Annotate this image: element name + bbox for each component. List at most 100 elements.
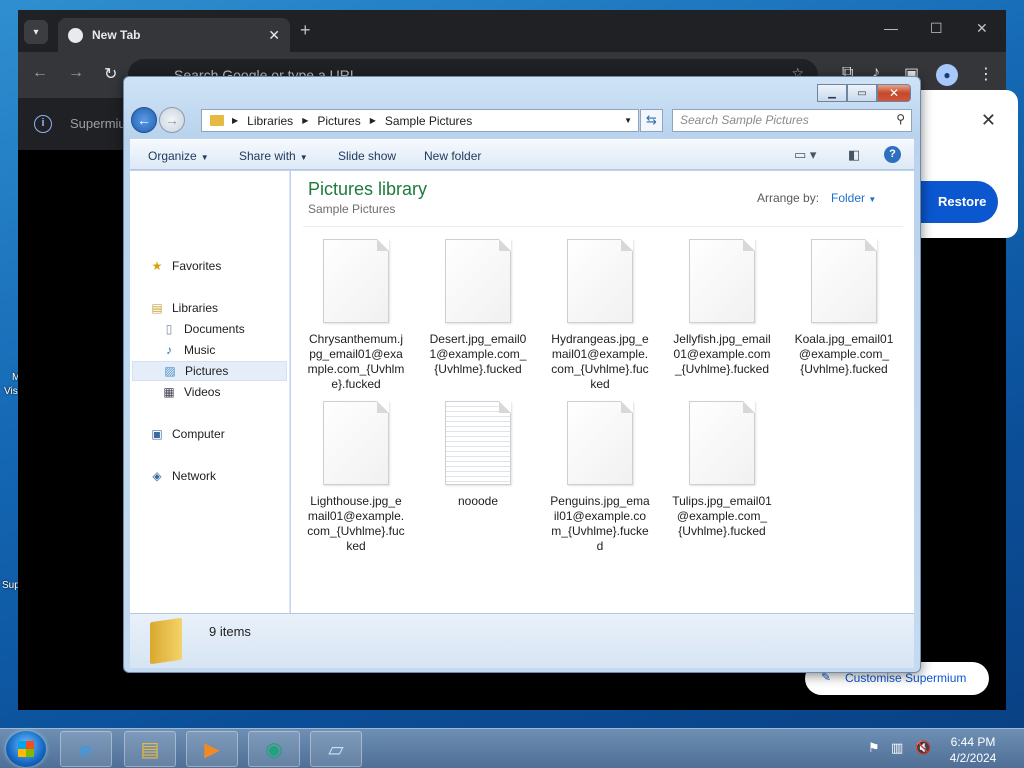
nav-music[interactable]: ♪ Music [161, 340, 215, 360]
organize-button[interactable]: Organize ▼ [148, 149, 209, 163]
breadcrumb-sample-pictures[interactable]: Sample Pictures [385, 114, 472, 128]
search-input[interactable]: Search Sample Pictures ⚲ [672, 109, 912, 132]
file-item[interactable]: Hydrangeas.jpg_email01@example.com_{Uvhl… [550, 239, 650, 392]
maximize-icon[interactable]: ☐ [930, 20, 943, 37]
search-placeholder: Search Sample Pictures [680, 113, 809, 127]
command-bar: Organize ▼ Share with ▼ Slide show New fol… [130, 139, 914, 170]
chevron-down-icon: ▼ [200, 153, 209, 162]
file-item[interactable]: Koala.jpg_email01@example.com_{Uvhlme}.f… [794, 239, 894, 377]
caption-buttons: ▁ ▭ ✕ [817, 84, 911, 102]
clock-date: 4/2/2024 [949, 751, 997, 765]
file-item[interactable]: Chrysanthemum.jpg_email01@example.com_{U… [306, 239, 406, 392]
action-center-flag-icon[interactable]: ⚑ [868, 740, 880, 756]
chevron-right-icon[interactable]: ▶ [232, 116, 238, 125]
start-button[interactable] [6, 731, 46, 767]
popup-close-icon[interactable]: ✕ [981, 110, 996, 131]
back-button[interactable]: ← [131, 107, 157, 133]
computer-icon: ▣ [151, 427, 163, 441]
volume-muted-icon[interactable]: 🔇 [915, 740, 931, 756]
nav-favorites[interactable]: ★ Favorites [149, 256, 222, 276]
chevron-down-icon: ▼ [299, 153, 308, 162]
share-with-button[interactable]: Share with ▼ [239, 149, 308, 163]
nav-computer[interactable]: ▣ Computer [149, 424, 224, 444]
file-icon [323, 401, 389, 485]
browser-taskbar-icon[interactable]: ◉ [248, 731, 300, 767]
navigation-pane: ★ Favorites ▤ Libraries ▯ Documents ♪ Music … [130, 171, 290, 613]
chevron-down-icon: ▼ [868, 195, 877, 204]
refresh-button[interactable]: ⇆ [640, 109, 663, 132]
browser-tab-strip: ▾ New Tab ✕ + — ☐ ✕ [18, 10, 1006, 52]
folder-icon [150, 617, 182, 665]
taskbar: e ▤ ▶ ◉ ▱ ⚑ ▥ 🔇 6:44 PM 4/2/2024 [0, 728, 1024, 768]
nav-network[interactable]: ◈ Network [149, 466, 216, 486]
libraries-icon: ▤ [151, 301, 163, 315]
preview-pane-icon[interactable]: ◧ [848, 147, 860, 163]
text-file-icon [445, 401, 511, 485]
nav-libraries[interactable]: ▤ Libraries [149, 298, 218, 318]
tab-close-icon[interactable]: ✕ [268, 27, 280, 44]
network-tray-icon[interactable]: ▥ [891, 740, 903, 756]
clock-time: 6:44 PM [950, 735, 996, 749]
arrange-by-label: Arrange by: [757, 191, 820, 205]
menu-kebab-icon[interactable]: ⋮ [978, 64, 994, 84]
nav-pictures[interactable]: ▨ Pictures [132, 361, 287, 381]
file-icon [567, 401, 633, 485]
forward-icon[interactable]: → [68, 64, 84, 82]
close-icon[interactable]: ✕ [877, 84, 911, 102]
browser-tab[interactable]: New Tab ✕ [58, 18, 290, 52]
star-icon: ★ [151, 259, 163, 273]
file-item[interactable]: Tulips.jpg_email01@example.com_{Uvhlme}.… [672, 401, 772, 539]
forward-button[interactable]: → [159, 107, 185, 133]
explorer-window: ▁ ▭ ✕ ← → ▶ Libraries ▶ Pictures ▶ Sampl… [123, 76, 921, 673]
customise-label: Customise Supermium [845, 671, 967, 685]
breadcrumb-pictures[interactable]: Pictures [317, 114, 360, 128]
music-icon: ♪ [166, 343, 172, 357]
windows-logo-icon [18, 741, 34, 757]
tab-search-icon[interactable]: ▾ [24, 20, 48, 44]
help-icon[interactable]: ? [884, 146, 901, 163]
file-item[interactable]: nooode [428, 401, 528, 509]
back-icon[interactable]: ← [32, 64, 48, 82]
documents-icon: ▯ [165, 322, 173, 336]
file-view: Pictures library Sample Pictures Arrange… [291, 171, 914, 613]
minimize-icon[interactable]: — [884, 20, 898, 36]
info-icon: i [34, 115, 52, 133]
close-icon[interactable]: ✕ [976, 20, 988, 37]
new-tab-button[interactable]: + [300, 20, 311, 41]
nav-videos[interactable]: ▦ Videos [161, 382, 220, 402]
file-item[interactable]: Lighthouse.jpg_email01@example.com_{Uvhl… [306, 401, 406, 554]
videos-icon: ▦ [163, 385, 175, 399]
nav-documents[interactable]: ▯ Documents [161, 319, 245, 339]
media-player-icon[interactable]: ▶ [186, 731, 238, 767]
maximize-icon[interactable]: ▭ [847, 84, 877, 102]
file-item[interactable]: Penguins.jpg_email01@example.com_{Uvhlme… [550, 401, 650, 554]
new-folder-button[interactable]: New folder [424, 149, 481, 163]
folder-icon [210, 115, 224, 126]
address-bar[interactable]: ▶ Libraries ▶ Pictures ▶ Sample Pictures… [201, 109, 639, 132]
file-icon [323, 239, 389, 323]
chevron-right-icon[interactable]: ▶ [302, 116, 308, 125]
view-options-icon[interactable]: ▭ ▾ [794, 147, 816, 163]
file-item[interactable]: Desert.jpg_email01@example.com_{Uvhlme}.… [428, 239, 528, 377]
desktop-icon-label: Vis [4, 386, 18, 397]
slide-show-button[interactable]: Slide show [338, 149, 396, 163]
search-icon[interactable]: ⚲ [896, 112, 905, 126]
notepad-icon[interactable]: ▱ [310, 731, 362, 767]
system-clock[interactable]: 6:44 PM 4/2/2024 [938, 734, 1008, 766]
reload-icon[interactable]: ↻ [104, 64, 117, 84]
file-explorer-icon[interactable]: ▤ [124, 731, 176, 767]
arrange-by-dropdown[interactable]: Folder ▼ [831, 191, 876, 205]
profile-avatar-icon[interactable]: ● [936, 64, 958, 86]
minimize-icon[interactable]: ▁ [817, 84, 847, 102]
breadcrumb-libraries[interactable]: Libraries [247, 114, 293, 128]
pictures-icon: ▨ [164, 364, 176, 378]
file-item[interactable]: Jellyfish.jpg_email01@example.com_{Uvhlm… [672, 239, 772, 377]
chevron-right-icon[interactable]: ▶ [370, 116, 376, 125]
internet-explorer-icon[interactable]: e [60, 731, 112, 767]
file-icon [445, 239, 511, 323]
tab-title: New Tab [92, 28, 141, 42]
chevron-down-icon[interactable]: ▼ [624, 116, 632, 125]
file-icon [689, 401, 755, 485]
library-title: Pictures library [308, 179, 428, 199]
library-subtitle: Sample Pictures [308, 202, 396, 216]
